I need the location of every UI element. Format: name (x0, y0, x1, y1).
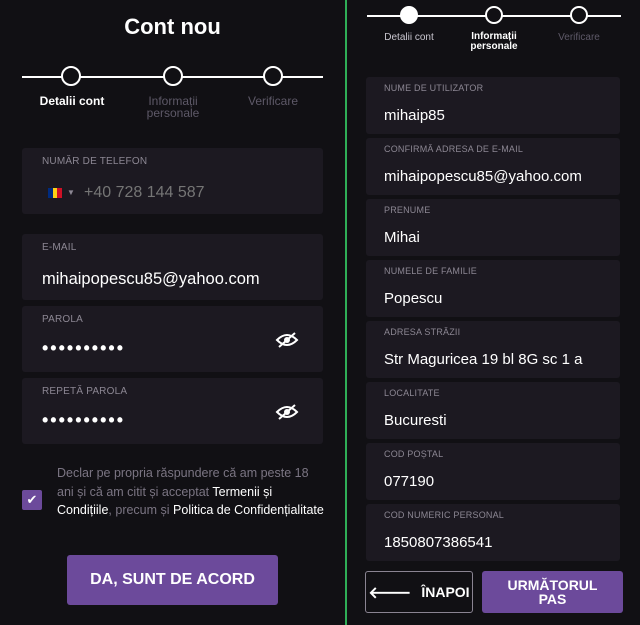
city-input[interactable]: Bucuresti (384, 412, 447, 429)
page-title: Cont nou (124, 14, 221, 39)
username-input[interactable]: mihaip85 (384, 107, 445, 124)
checkmark-icon: ✔ (26, 492, 38, 507)
step-dot-verification (570, 6, 588, 24)
personal-id-input[interactable]: 1850807386541 (384, 534, 492, 551)
chevron-down-icon[interactable]: ▼ (67, 188, 75, 197)
email-field-label: E-MAIL (42, 242, 77, 253)
step-dot-account-details (400, 6, 418, 24)
step-dot-personal-info (163, 66, 183, 86)
city-label: LOCALITATE (384, 388, 440, 398)
eye-off-icon[interactable] (275, 332, 299, 348)
repeat-password-input[interactable]: •••••••••• (42, 410, 125, 431)
phone-input[interactable] (84, 184, 304, 202)
street-address-label: ADRESA STRĂZII (384, 327, 461, 337)
last-name-field[interactable]: NUMELE DE FAMILIE Popescu (366, 260, 620, 317)
consent-text-part-2: , precum și (108, 503, 174, 517)
privacy-link[interactable]: Politica de Confidențialitate (173, 503, 324, 517)
street-address-field[interactable]: ADRESA STRĂZII Str Maguricea 19 bl 8G sc… (366, 321, 620, 378)
step-label-personal-info: Informații personale (146, 94, 200, 120)
username-label: NUME DE UTILIZATOR (384, 83, 484, 93)
last-name-input[interactable]: Popescu (384, 290, 442, 307)
step-label-account-details: Detalii cont (384, 32, 434, 43)
agree-button[interactable]: DA, SUNT DE ACORD (67, 555, 278, 605)
postal-code-input[interactable]: 077190 (384, 473, 434, 490)
password-field[interactable]: PAROLA •••••••••• (22, 306, 323, 372)
postal-code-field[interactable]: COD POȘTAL 077190 (366, 443, 620, 500)
arrow-left-icon: 🡐 (368, 584, 412, 602)
email-field[interactable]: E-MAIL mihaipopescu85@yahoo.com (22, 234, 323, 300)
consent-text: Declar pe propria răspundere că am peste… (57, 464, 327, 520)
repeat-password-field[interactable]: REPETĂ PAROLA •••••••••• (22, 378, 323, 444)
step-dot-personal-info (485, 6, 503, 24)
back-button[interactable]: 🡐 ÎNAPOI (365, 571, 473, 613)
step-label-account-details: Detalii cont (39, 94, 105, 108)
password-field-label: PAROLA (42, 314, 84, 325)
password-input[interactable]: •••••••••• (42, 338, 125, 359)
step-dot-verification (263, 66, 283, 86)
postal-code-label: COD POȘTAL (384, 449, 444, 459)
step-label-verification: Verificare (558, 32, 600, 43)
repeat-password-field-label: REPETĂ PAROLA (42, 386, 128, 397)
city-field[interactable]: LOCALITATE Bucuresti (366, 382, 620, 439)
registration-panel-step-2: Detalii cont Informații personale Verifi… (347, 0, 640, 625)
phone-field[interactable]: NUMĂR DE TELEFON ▼ (22, 148, 323, 214)
username-field[interactable]: NUME DE UTILIZATOR mihaip85 (366, 77, 620, 134)
romania-flag-icon[interactable] (48, 188, 63, 198)
street-address-input[interactable]: Str Maguricea 19 bl 8G sc 1 a (384, 351, 582, 368)
eye-off-icon[interactable] (275, 404, 299, 420)
step-dot-account-details (61, 66, 81, 86)
confirm-email-input[interactable]: mihaipopescu85@yahoo.com (384, 168, 582, 185)
personal-id-label: COD NUMERIC PERSONAL (384, 510, 505, 520)
confirm-email-field[interactable]: CONFIRMĂ ADRESA DE E-MAIL mihaipopescu85… (366, 138, 620, 195)
first-name-field[interactable]: PRENUME Mihai (366, 199, 620, 256)
first-name-label: PRENUME (384, 205, 431, 215)
first-name-input[interactable]: Mihai (384, 229, 420, 246)
last-name-label: NUMELE DE FAMILIE (384, 266, 477, 276)
registration-panel-step-1: Cont nou Detalii cont Informații persona… (0, 0, 345, 625)
next-step-button[interactable]: URMĂTORUL PAS (482, 571, 623, 613)
step-label-personal-info: Informații personale (470, 31, 518, 52)
phone-field-label: NUMĂR DE TELEFON (42, 156, 148, 167)
consent-checkbox[interactable]: ✔ (22, 490, 42, 510)
personal-id-field[interactable]: COD NUMERIC PERSONAL 1850807386541 (366, 504, 620, 561)
step-label-verification: Verificare (247, 94, 299, 108)
email-input[interactable]: mihaipopescu85@yahoo.com (42, 270, 260, 289)
confirm-email-label: CONFIRMĂ ADRESA DE E-MAIL (384, 144, 524, 154)
back-button-label: ÎNAPOI (421, 584, 470, 600)
